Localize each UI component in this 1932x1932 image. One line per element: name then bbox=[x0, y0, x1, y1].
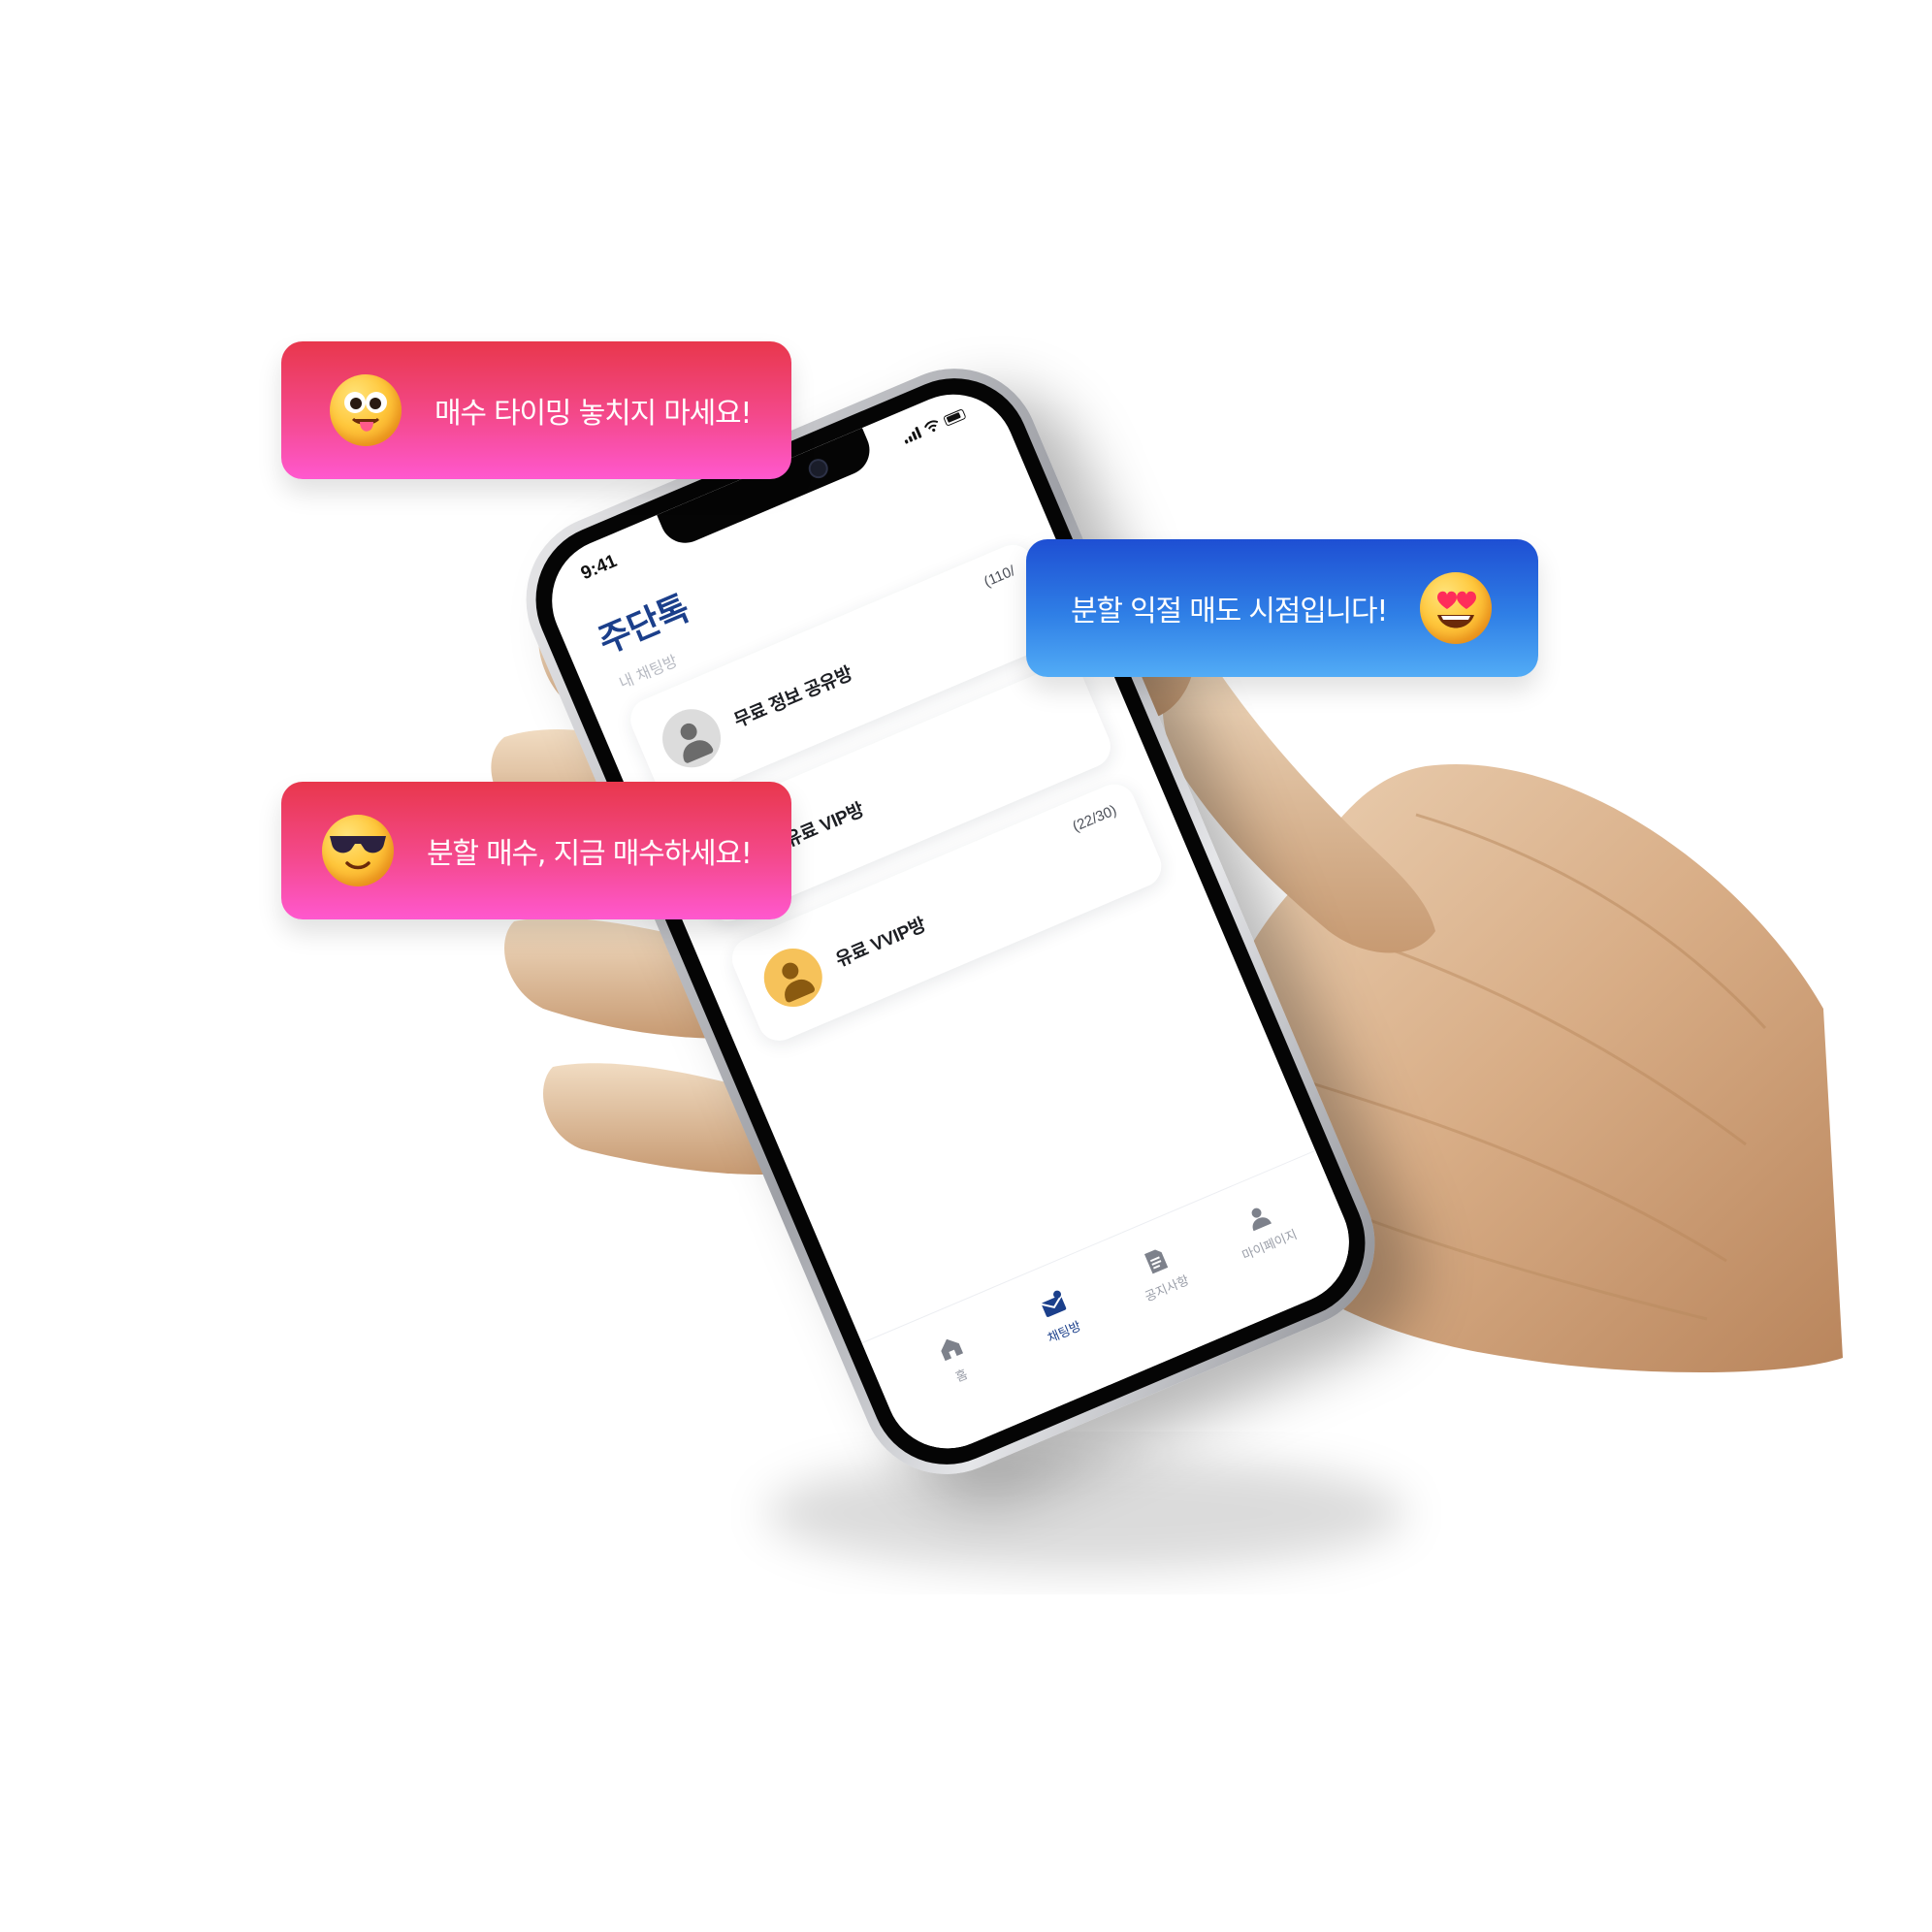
chat-icon bbox=[1041, 1290, 1066, 1318]
signal-icon bbox=[901, 426, 922, 444]
drop-shadow bbox=[766, 1455, 1406, 1571]
tab-label: 홈 bbox=[952, 1367, 970, 1385]
promo-scene: 9:41 주단톡 내 채팅방 무료 정보 공유방 (110/ 유료 VIP방 유… bbox=[0, 0, 1932, 1932]
front-camera-icon bbox=[805, 456, 831, 482]
room-name: 유료 VVIP방 bbox=[832, 914, 929, 971]
notification-bubble-split-buy: 분할 매수, 지금 매수하세요! bbox=[281, 782, 791, 919]
home-icon bbox=[940, 1339, 963, 1362]
wifi-icon bbox=[924, 420, 939, 433]
heart-eyes-emoji-icon bbox=[1420, 572, 1493, 644]
notice-icon bbox=[1143, 1249, 1168, 1274]
tab-mypage[interactable]: 마이페이지 bbox=[1204, 1184, 1322, 1273]
profile-icon bbox=[1251, 1208, 1272, 1232]
room-name: 무료 정보 공유방 bbox=[730, 662, 855, 732]
tab-chat[interactable]: 채팅방 bbox=[998, 1272, 1116, 1361]
avatar bbox=[755, 939, 832, 1016]
notification-bubble-sell-point: 분할 익절 매도 시점입니다! bbox=[1026, 539, 1538, 677]
avatar bbox=[653, 699, 730, 777]
bubble-text: 매수 타이밍 놓치지 마세요! bbox=[435, 397, 752, 431]
tongue-out-emoji-icon bbox=[330, 374, 402, 446]
tab-home[interactable]: 홈 bbox=[895, 1315, 1014, 1404]
bubble-text: 분할 익절 매도 시점입니다! bbox=[1071, 595, 1388, 628]
room-member-count: (110/ bbox=[982, 563, 1018, 591]
tab-notice[interactable]: 공지사항 bbox=[1101, 1228, 1219, 1317]
notification-bubble-buy-timing: 매수 타이밍 놓치지 마세요! bbox=[281, 341, 791, 479]
status-time: 9:41 bbox=[578, 550, 621, 585]
sunglasses-emoji-icon bbox=[322, 815, 394, 886]
battery-icon bbox=[942, 407, 967, 427]
phone-device: 9:41 주단톡 내 채팅방 무료 정보 공유방 (110/ 유료 VIP방 유… bbox=[499, 341, 1401, 1501]
status-icons bbox=[901, 407, 967, 444]
bubble-text: 분할 매수, 지금 매수하세요! bbox=[427, 837, 753, 871]
room-member-count: (22/30) bbox=[1070, 801, 1119, 836]
room-name: 유료 VIP방 bbox=[782, 799, 867, 852]
